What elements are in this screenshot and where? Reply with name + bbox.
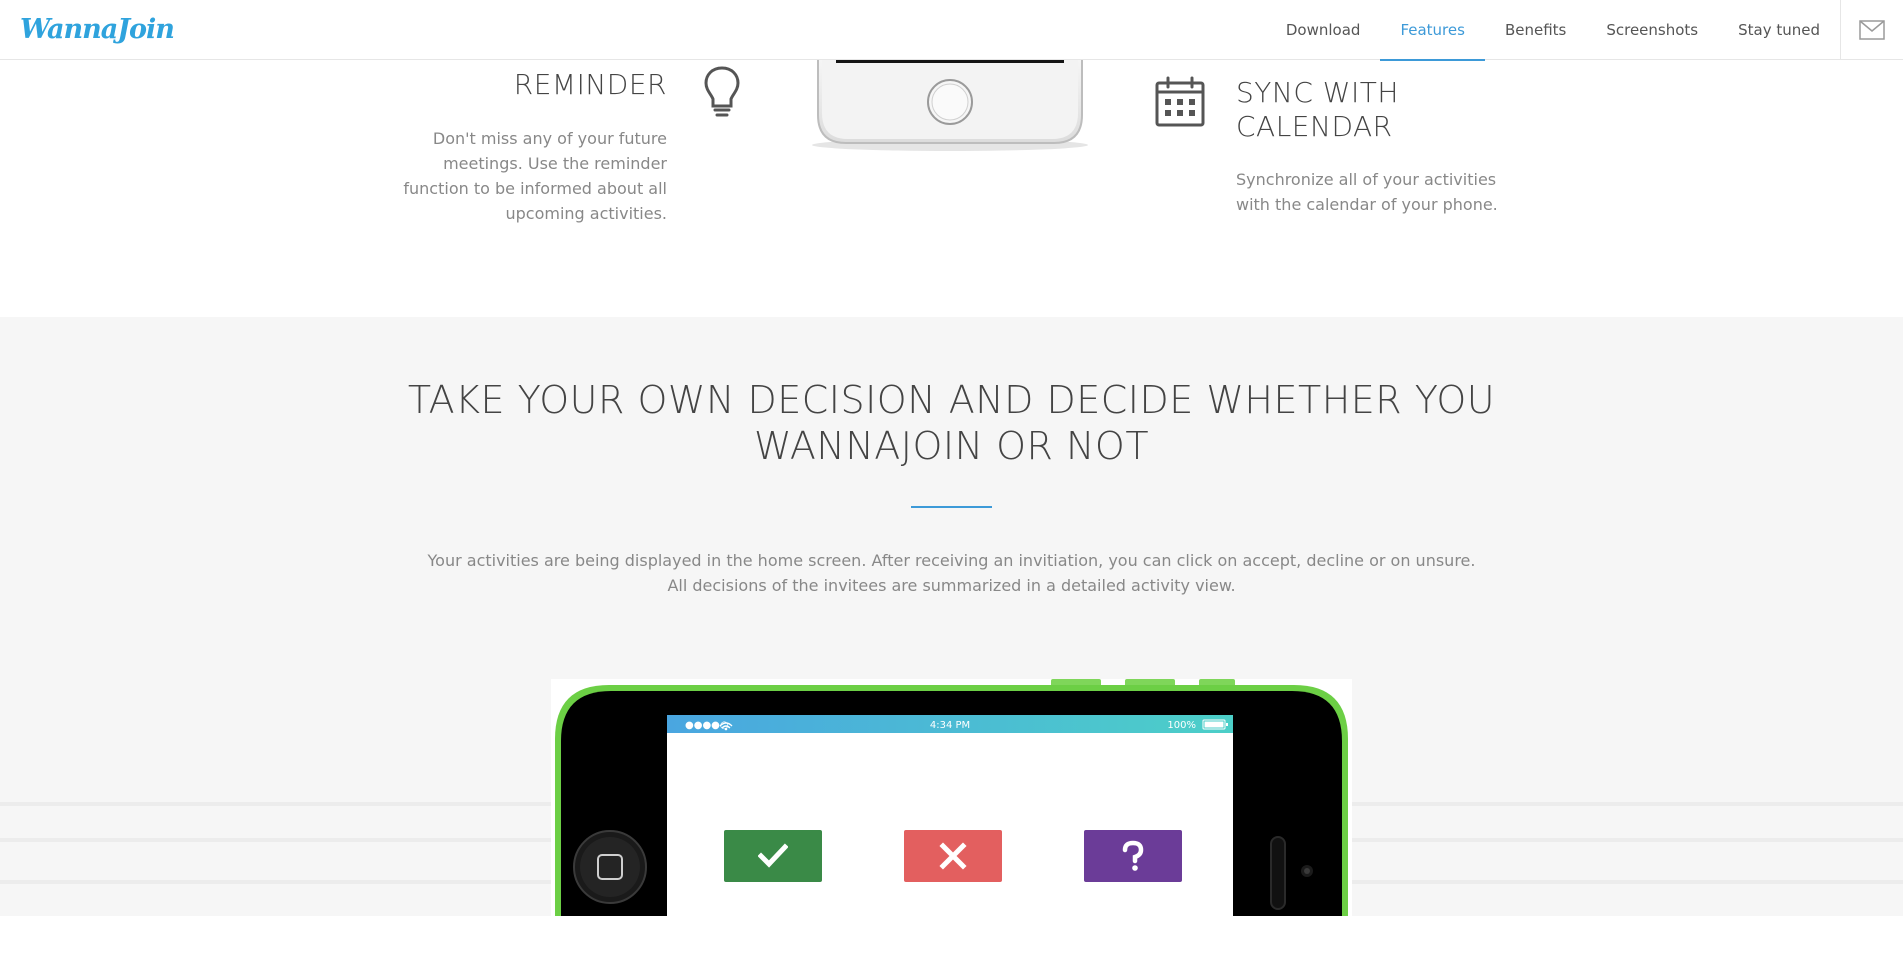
decision-section: TAKE YOUR OWN DECISION AND DECIDE WHETHE… [0,317,1903,916]
svg-text:100%: 100% [1167,720,1196,731]
feature-sync-text: Synchronize all of your activities with … [1236,170,1498,214]
wannajoin-logo[interactable]: WannaJoin [20,8,175,52]
svg-text:4:34 PM: 4:34 PM [930,720,970,731]
close-icon [939,842,967,870]
decision-title-line1: TAKE YOUR OWN DECISION AND DECIDE WHETHE… [407,378,1496,422]
nav-features[interactable]: Features [1380,0,1485,61]
feature-reminder-title: REMINDER [513,68,667,101]
mail-icon [1859,20,1885,40]
decision-description-line1: Your activities are being displayed in t… [427,551,1476,570]
decision-title-line2: WANNAJOIN OR NOT [753,424,1150,468]
nav-screenshots[interactable]: Screenshots [1586,0,1718,60]
decision-title: TAKE YOUR OWN DECISION AND DECIDE WHETHE… [0,377,1903,469]
main-nav: Download Features Benefits Screenshots S… [1266,0,1840,61]
accept-button[interactable] [724,830,822,882]
top-navbar: WannaJoin Download Features Benefits Scr… [0,0,1903,61]
feature-sync-title-line2: CALENDAR [1236,110,1393,143]
iphone-image [812,55,1088,151]
decision-description: Your activities are being displayed in t… [0,548,1903,598]
question-icon [1122,840,1144,871]
checkmark-icon [758,843,788,868]
unsure-button[interactable] [1084,830,1182,882]
lightbulb-icon [704,66,740,117]
feature-reminder-text: Don't miss any of your future meetings. … [403,129,667,223]
nav-benefits[interactable]: Benefits [1485,0,1586,60]
calendar-icon [1155,76,1205,127]
nav-download[interactable]: Download [1266,0,1381,60]
nav-stay-tuned[interactable]: Stay tuned [1718,0,1840,60]
mail-button[interactable] [1840,0,1903,60]
feature-sync-title-line1: SYNC WITH [1236,76,1399,109]
feature-sync-title: SYNC WITH CALENDAR [1236,76,1536,144]
decision-description-line2: All decisions of the invitees are summar… [667,576,1236,595]
decline-button[interactable] [904,830,1002,882]
svg-text:●●●●○: ●●●●○ [685,720,729,731]
section-divider [911,506,992,508]
